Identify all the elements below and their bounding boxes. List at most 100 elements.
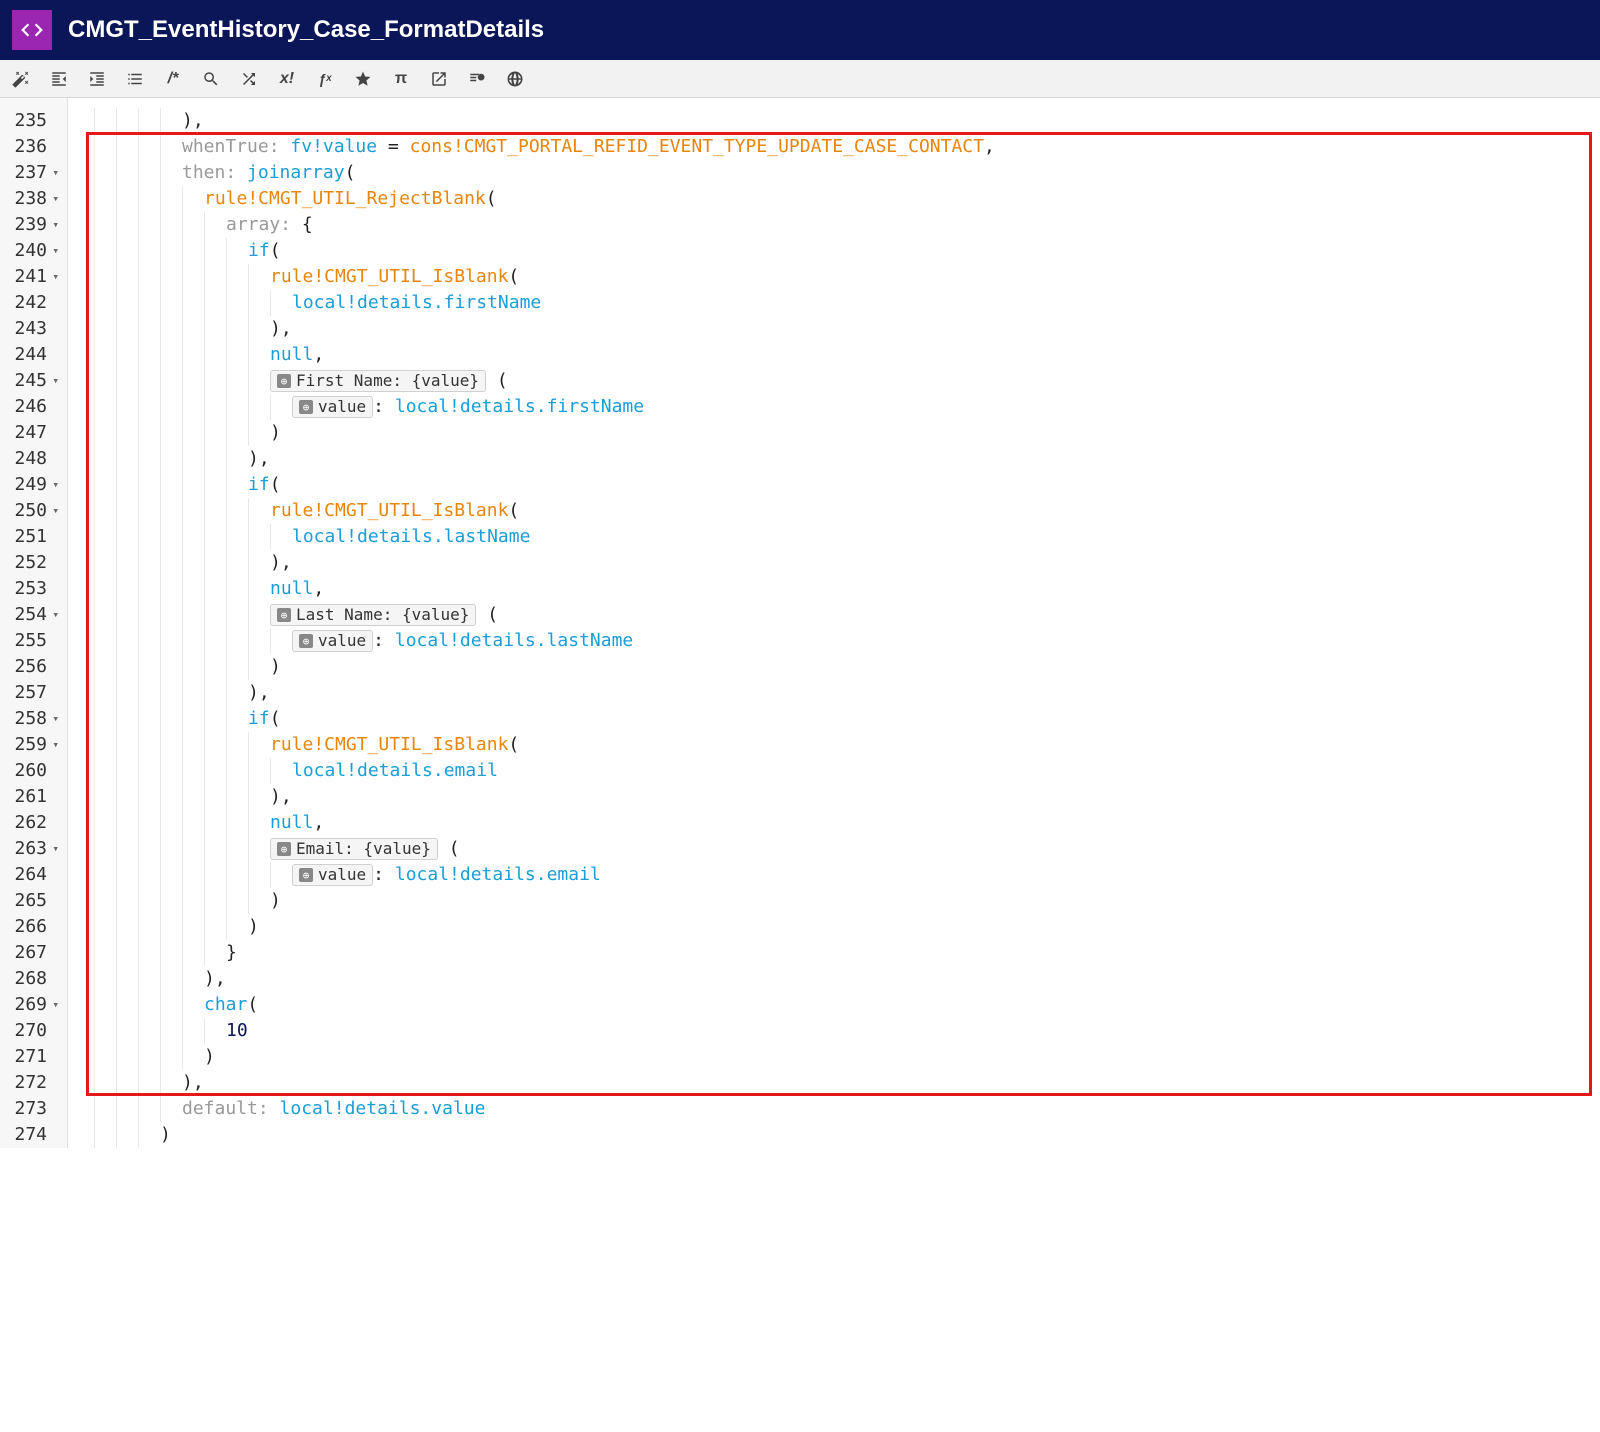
globe-icon <box>299 400 313 414</box>
code-line[interactable]: ) <box>72 888 1600 914</box>
code-line[interactable]: ), <box>72 1070 1600 1096</box>
line-number: 238▾ <box>8 186 59 212</box>
toolbar: /* x! ƒx π <box>0 60 1600 98</box>
code-line[interactable]: ), <box>72 784 1600 810</box>
code-line[interactable]: ) <box>72 654 1600 680</box>
line-number: 263▾ <box>8 836 59 862</box>
line-number: 249▾ <box>8 472 59 498</box>
indent-icon[interactable] <box>86 68 108 90</box>
code-line[interactable]: ), <box>72 966 1600 992</box>
code-line[interactable]: ), <box>72 316 1600 342</box>
star-icon[interactable] <box>352 68 374 90</box>
line-number: 239▾ <box>8 212 59 238</box>
code-line[interactable]: ), <box>72 550 1600 576</box>
code-line[interactable]: value: local!details.lastName <box>72 628 1600 654</box>
line-number: 264 <box>8 862 59 888</box>
shuffle-icon[interactable] <box>238 68 260 90</box>
line-number: 269▾ <box>8 992 59 1018</box>
code-line[interactable]: if( <box>72 472 1600 498</box>
comment-icon[interactable]: /* <box>162 68 184 90</box>
code-line[interactable]: rule!CMGT_UTIL_RejectBlank( <box>72 186 1600 212</box>
code-line[interactable]: char( <box>72 992 1600 1018</box>
line-number: 250▾ <box>8 498 59 524</box>
code-line[interactable]: } <box>72 940 1600 966</box>
translation-chip[interactable]: Email: {value} <box>270 838 438 860</box>
globe-icon <box>277 374 291 388</box>
code-line[interactable]: null, <box>72 810 1600 836</box>
line-number: 235 <box>8 108 59 134</box>
code-line[interactable]: ) <box>72 914 1600 940</box>
code-line[interactable]: local!details.firstName <box>72 290 1600 316</box>
translation-chip[interactable]: Last Name: {value} <box>270 604 476 626</box>
code-line[interactable]: local!details.lastName <box>72 524 1600 550</box>
translation-chip[interactable]: value <box>292 630 373 652</box>
code-line[interactable]: value: local!details.email <box>72 862 1600 888</box>
code-line[interactable]: if( <box>72 706 1600 732</box>
search-icon[interactable] <box>200 68 222 90</box>
header-bar: CMGT_EventHistory_Case_FormatDetails <box>0 0 1600 60</box>
line-number: 273 <box>8 1096 59 1122</box>
code-line[interactable]: null, <box>72 576 1600 602</box>
line-number: 258▾ <box>8 706 59 732</box>
export-icon[interactable] <box>428 68 450 90</box>
outdent-icon[interactable] <box>48 68 70 90</box>
line-number: 246 <box>8 394 59 420</box>
line-number: 274 <box>8 1122 59 1148</box>
x-exclaim-icon[interactable]: x! <box>276 68 298 90</box>
line-gutter: 235236237▾238▾239▾240▾241▾242243244245▾2… <box>0 98 68 1148</box>
globe-icon[interactable] <box>504 68 526 90</box>
line-number: 255 <box>8 628 59 654</box>
code-line[interactable]: ) <box>72 1044 1600 1070</box>
code-line[interactable]: ) <box>72 1122 1600 1148</box>
code-line[interactable]: Email: {value} ( <box>72 836 1600 862</box>
code-area[interactable]: ),whenTrue: fv!value = cons!CMGT_PORTAL_… <box>68 98 1600 1148</box>
translation-chip[interactable]: First Name: {value} <box>270 370 486 392</box>
code-line[interactable]: ) <box>72 420 1600 446</box>
line-number: 240▾ <box>8 238 59 264</box>
code-line[interactable]: Last Name: {value} ( <box>72 602 1600 628</box>
code-line[interactable]: rule!CMGT_UTIL_IsBlank( <box>72 732 1600 758</box>
line-number: 251 <box>8 524 59 550</box>
code-line[interactable]: if( <box>72 238 1600 264</box>
line-number: 272 <box>8 1070 59 1096</box>
line-number: 270 <box>8 1018 59 1044</box>
line-number: 260 <box>8 758 59 784</box>
line-number: 241▾ <box>8 264 59 290</box>
line-number: 261 <box>8 784 59 810</box>
magic-wand-icon[interactable] <box>10 68 32 90</box>
find-settings-icon[interactable] <box>466 68 488 90</box>
code-line[interactable]: ), <box>72 446 1600 472</box>
line-number: 244 <box>8 342 59 368</box>
code-line[interactable]: rule!CMGT_UTIL_IsBlank( <box>72 264 1600 290</box>
code-icon <box>12 10 52 50</box>
line-number: 237▾ <box>8 160 59 186</box>
code-line[interactable]: ), <box>72 680 1600 706</box>
globe-icon <box>299 634 313 648</box>
code-line[interactable]: 10 <box>72 1018 1600 1044</box>
line-number: 267 <box>8 940 59 966</box>
fx-icon[interactable]: ƒx <box>314 68 336 90</box>
line-number: 259▾ <box>8 732 59 758</box>
code-line[interactable]: null, <box>72 342 1600 368</box>
line-number: 236 <box>8 134 59 160</box>
code-line[interactable]: First Name: {value} ( <box>72 368 1600 394</box>
line-number: 243 <box>8 316 59 342</box>
code-line[interactable]: whenTrue: fv!value = cons!CMGT_PORTAL_RE… <box>72 134 1600 160</box>
code-line[interactable]: array: { <box>72 212 1600 238</box>
list-icon[interactable] <box>124 68 146 90</box>
code-line[interactable]: ), <box>72 108 1600 134</box>
translation-chip[interactable]: value <box>292 396 373 418</box>
code-line[interactable]: rule!CMGT_UTIL_IsBlank( <box>72 498 1600 524</box>
code-line[interactable]: default: local!details.value <box>72 1096 1600 1122</box>
line-number: 248 <box>8 446 59 472</box>
code-line[interactable]: local!details.email <box>72 758 1600 784</box>
line-number: 268 <box>8 966 59 992</box>
code-line[interactable]: value: local!details.firstName <box>72 394 1600 420</box>
code-editor[interactable]: 235236237▾238▾239▾240▾241▾242243244245▾2… <box>0 98 1600 1148</box>
code-line[interactable]: then: joinarray( <box>72 160 1600 186</box>
translation-chip[interactable]: value <box>292 864 373 886</box>
line-number: 247 <box>8 420 59 446</box>
pi-icon[interactable]: π <box>390 68 412 90</box>
line-number: 242 <box>8 290 59 316</box>
line-number: 265 <box>8 888 59 914</box>
